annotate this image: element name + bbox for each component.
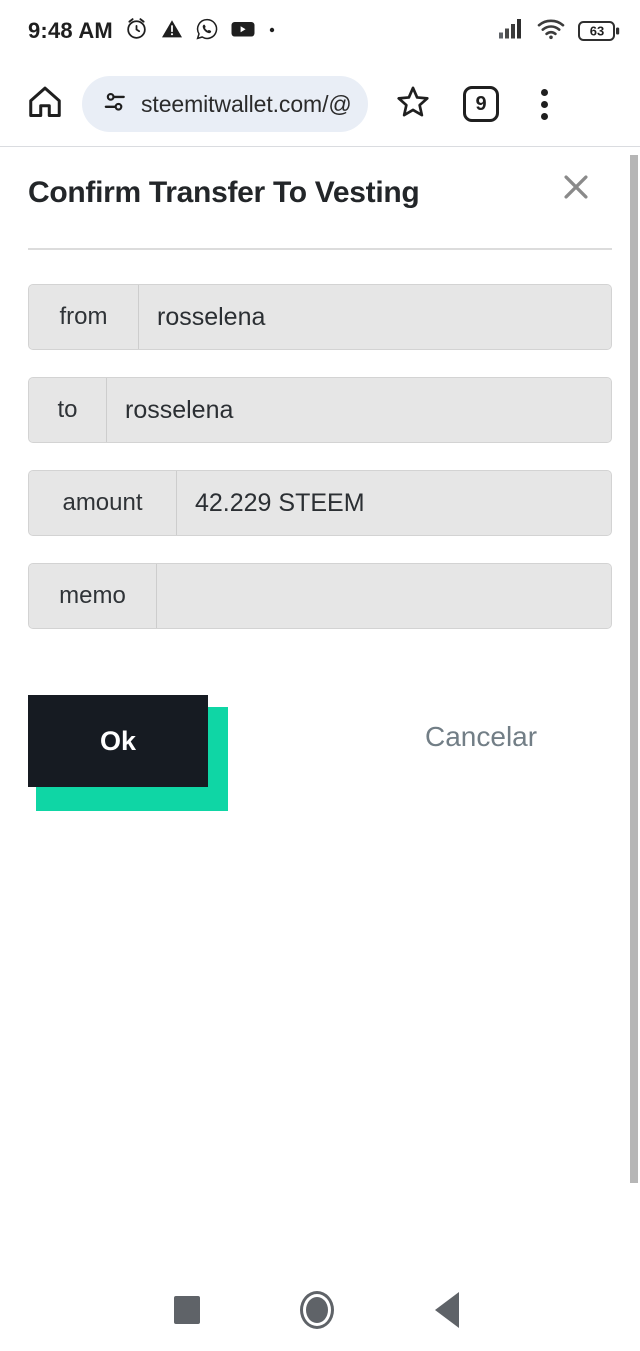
status-bar-right: 63 xyxy=(498,18,620,45)
tab-switcher-button[interactable]: 9 xyxy=(454,77,508,131)
tab-count-label: 9 xyxy=(475,93,487,115)
browser-toolbar: steemitwallet.com/@ 9 xyxy=(0,62,640,146)
confirm-button[interactable]: Ok xyxy=(28,695,208,787)
recents-button[interactable] xyxy=(122,1269,252,1351)
circle-home-icon xyxy=(300,1291,334,1329)
alarm-clock-icon xyxy=(124,16,149,46)
scrollbar-thumb[interactable] xyxy=(630,155,638,1183)
home-icon xyxy=(26,83,64,126)
back-button[interactable] xyxy=(382,1269,512,1351)
home-button[interactable] xyxy=(22,81,68,127)
battery-level-label: 63 xyxy=(589,23,605,39)
field-label-from: from xyxy=(29,285,139,349)
close-button[interactable] xyxy=(554,167,598,211)
field-row-memo: memo xyxy=(28,563,612,629)
status-bar: 9:48 AM 63 xyxy=(0,0,640,62)
field-row-from: from rosselena xyxy=(28,284,612,350)
field-value-amount: 42.229 STEEM xyxy=(177,471,611,535)
status-bar-left: 9:48 AM xyxy=(28,16,277,46)
field-value-from: rosselena xyxy=(139,285,611,349)
bookmark-button[interactable] xyxy=(386,77,440,131)
tab-count-icon: 9 xyxy=(463,86,499,122)
three-dot-menu-icon xyxy=(540,88,548,120)
whatsapp-icon xyxy=(195,17,219,46)
field-row-amount: amount 42.229 STEEM xyxy=(28,470,612,536)
star-icon xyxy=(394,83,432,126)
title-divider xyxy=(28,248,612,250)
field-row-to: to rosselena xyxy=(28,377,612,443)
dialog-actions: Ok Cancelar xyxy=(0,695,640,825)
close-icon xyxy=(559,170,593,209)
url-text: steemitwallet.com/@ xyxy=(141,90,352,117)
battery-icon: 63 xyxy=(578,20,620,42)
field-label-memo: memo xyxy=(29,564,157,628)
field-value-memo xyxy=(157,564,611,628)
tune-icon[interactable] xyxy=(102,89,128,120)
cellular-signal-icon xyxy=(498,18,524,44)
cancel-button[interactable]: Cancelar xyxy=(425,721,537,753)
android-nav-bar xyxy=(0,1269,640,1351)
page-title: Confirm Transfer To Vesting xyxy=(28,176,420,209)
field-label-to: to xyxy=(29,378,107,442)
field-value-to: rosselena xyxy=(107,378,611,442)
square-recents-icon xyxy=(174,1296,200,1324)
page-content: Confirm Transfer To Vesting from rossele… xyxy=(0,147,640,1269)
confirm-button-wrap: Ok xyxy=(28,695,228,811)
field-label-amount: amount xyxy=(29,471,177,535)
triangle-back-icon xyxy=(435,1292,459,1328)
page-scrollbar[interactable] xyxy=(628,147,640,1269)
wifi-icon xyxy=(537,18,565,45)
transfer-details-list: from rosselena to rosselena amount 42.22… xyxy=(28,284,612,656)
status-clock: 9:48 AM xyxy=(28,18,113,43)
warning-triangle-icon xyxy=(160,17,184,46)
overflow-dot-icon xyxy=(267,22,277,40)
browser-menu-button[interactable] xyxy=(522,77,566,131)
url-bar[interactable]: steemitwallet.com/@ xyxy=(82,76,368,132)
home-nav-button[interactable] xyxy=(252,1269,382,1351)
youtube-icon xyxy=(230,18,256,45)
